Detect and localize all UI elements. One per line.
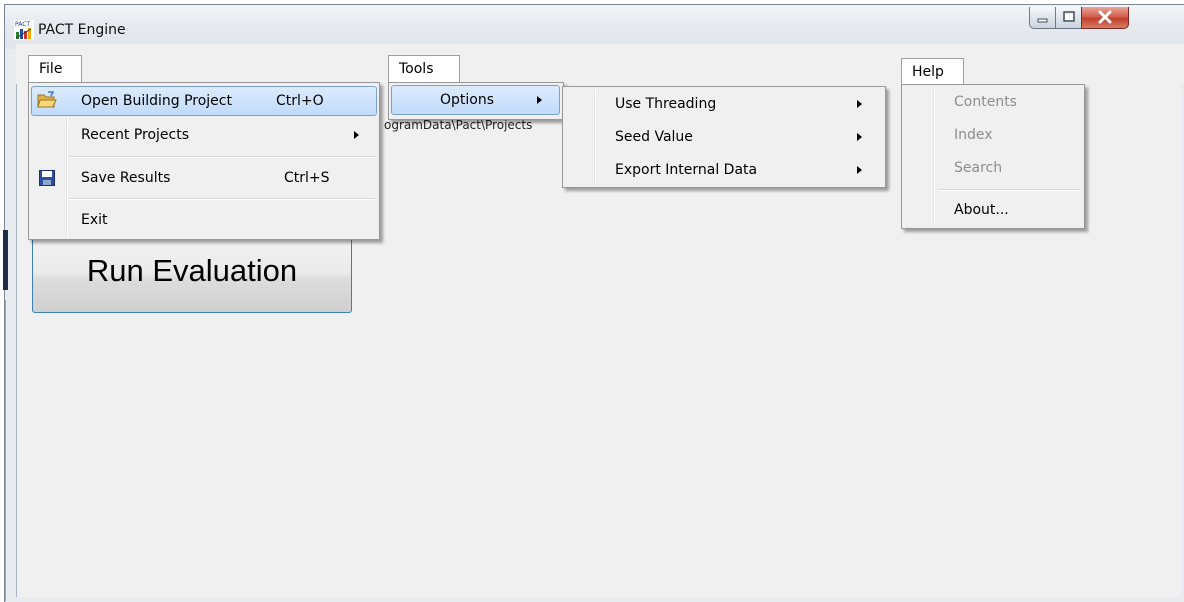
tools-menu-dropdown: Options — [388, 82, 564, 120]
menu-item-options[interactable]: Options — [389, 85, 563, 115]
menu-item-label: Search — [954, 160, 1003, 176]
menu-item-seed-value[interactable]: Seed Value — [563, 122, 885, 152]
menu-help[interactable]: Help — [901, 58, 964, 86]
close-button[interactable] — [1081, 7, 1129, 29]
run-evaluation-button[interactable]: Run Evaluation — [32, 238, 352, 313]
close-icon — [1098, 10, 1112, 24]
open-folder-icon — [37, 91, 57, 108]
menu-item-shortcut: Ctrl+S — [284, 170, 330, 186]
submenu-arrow-icon — [537, 96, 542, 104]
submenu-arrow-icon — [857, 166, 862, 174]
menu-item-export-internal-data[interactable]: Export Internal Data — [563, 155, 885, 185]
title-bar[interactable]: PACT PACT Engine — [5, 5, 1184, 49]
menu-item-label: Save Results — [81, 170, 171, 186]
menu-item-shortcut: Ctrl+O — [276, 93, 324, 109]
menu-item-label: Seed Value — [615, 129, 693, 145]
menu-item-recent-projects[interactable]: Recent Projects — [29, 120, 379, 150]
menu-item-label: Index — [954, 127, 993, 143]
menu-item-search[interactable]: Search — [902, 153, 1084, 183]
left-edge-line — [5, 300, 6, 601]
file-menu-dropdown: Open Building Project Ctrl+O Recent Proj… — [28, 82, 380, 240]
window-title: PACT Engine — [38, 22, 126, 38]
menu-item-label: Exit — [81, 212, 108, 228]
menu-item-open-building-project[interactable]: Open Building Project Ctrl+O — [29, 86, 379, 116]
menu-item-about[interactable]: About... — [902, 195, 1084, 225]
menu-file[interactable]: File — [28, 55, 82, 83]
help-menu-dropdown: Contents Index Search About... — [901, 84, 1085, 229]
menu-item-label: Options — [440, 92, 495, 108]
menu-item-exit[interactable]: Exit — [29, 205, 379, 235]
menu-separator — [69, 156, 375, 158]
submenu-arrow-icon — [354, 131, 359, 139]
menu-item-label: About... — [954, 202, 1009, 218]
app-icon: PACT — [14, 20, 34, 40]
submenu-arrow-icon — [857, 133, 862, 141]
menu-item-index[interactable]: Index — [902, 120, 1084, 150]
background-path-text: ogramData\Pact\Projects — [384, 118, 533, 132]
menu-item-label: Contents — [954, 94, 1017, 110]
menu-tools[interactable]: Tools — [388, 55, 460, 83]
menu-item-label: Open Building Project — [81, 93, 232, 109]
floppy-disk-icon — [39, 170, 55, 186]
menu-item-contents[interactable]: Contents — [902, 87, 1084, 117]
menu-bar — [16, 44, 1184, 84]
app-icon-label: PACT — [15, 21, 30, 28]
options-submenu: Use Threading Seed Value Export Internal… — [562, 86, 886, 188]
menu-separator — [69, 198, 375, 200]
menu-item-label: Export Internal Data — [615, 162, 758, 178]
minimize-button[interactable] — [1029, 7, 1056, 29]
menu-item-label: Use Threading — [615, 96, 717, 112]
maximize-icon — [1063, 11, 1075, 22]
menu-item-use-threading[interactable]: Use Threading — [563, 89, 885, 119]
menu-separator — [938, 189, 1080, 191]
menu-item-save-results[interactable]: Save Results Ctrl+S — [29, 163, 379, 193]
left-edge-bar — [3, 230, 8, 290]
maximize-button[interactable] — [1055, 7, 1082, 29]
menu-item-label: Recent Projects — [81, 127, 190, 143]
minimize-icon — [1037, 18, 1048, 23]
submenu-arrow-icon — [857, 100, 862, 108]
